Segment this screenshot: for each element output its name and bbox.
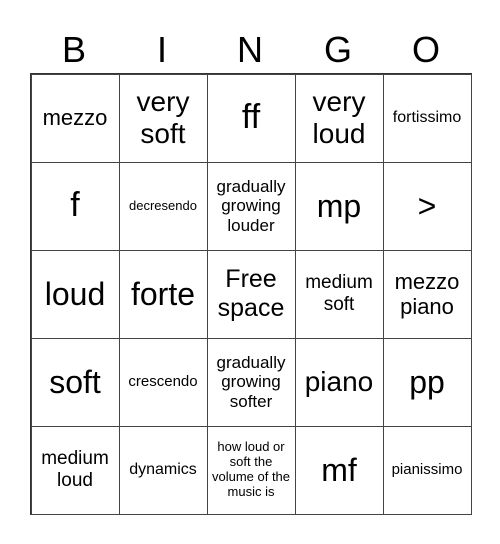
- bingo-cell[interactable]: ff: [206, 73, 296, 163]
- bingo-cell[interactable]: crescendo: [118, 337, 208, 427]
- bingo-cell[interactable]: Free space: [206, 249, 296, 339]
- bingo-cell[interactable]: mf: [294, 425, 384, 515]
- bingo-cell[interactable]: very loud: [294, 73, 384, 163]
- bingo-header: B I N G O: [30, 28, 470, 72]
- bingo-cell[interactable]: gradually growing softer: [206, 337, 296, 427]
- bingo-cell[interactable]: piano: [294, 337, 384, 427]
- bingo-cell[interactable]: fortissimo: [382, 73, 472, 163]
- bingo-grid: mezzo very soft ff very loud fortissimo f decr…: [30, 73, 472, 515]
- header-letter: B: [61, 29, 86, 70]
- header-letter: O: [411, 29, 440, 70]
- bingo-cell[interactable]: how loud or soft the volume of the music…: [206, 425, 296, 515]
- bingo-cell[interactable]: dynamics: [118, 425, 208, 515]
- bingo-cell[interactable]: medium soft: [294, 249, 384, 339]
- bingo-cell[interactable]: mp: [294, 161, 384, 251]
- bingo-cell[interactable]: pp: [382, 337, 472, 427]
- bingo-cell[interactable]: mezzo: [30, 73, 120, 163]
- header-letter: N: [237, 29, 263, 70]
- bingo-cell[interactable]: medium loud: [30, 425, 120, 515]
- bingo-cell[interactable]: loud: [30, 249, 120, 339]
- bingo-cell[interactable]: forte: [118, 249, 208, 339]
- bingo-cell[interactable]: soft: [30, 337, 120, 427]
- header-letter: I: [156, 29, 167, 70]
- bingo-cell[interactable]: gradually growing louder: [206, 161, 296, 251]
- bingo-cell[interactable]: mezzo piano: [382, 249, 472, 339]
- bingo-cell[interactable]: very soft: [118, 73, 208, 163]
- bingo-cell[interactable]: decresendo: [118, 161, 208, 251]
- bingo-cell[interactable]: f: [30, 161, 120, 251]
- bingo-cell[interactable]: pianissimo: [382, 425, 472, 515]
- bingo-cell[interactable]: >: [382, 161, 472, 251]
- header-letter: G: [323, 29, 352, 70]
